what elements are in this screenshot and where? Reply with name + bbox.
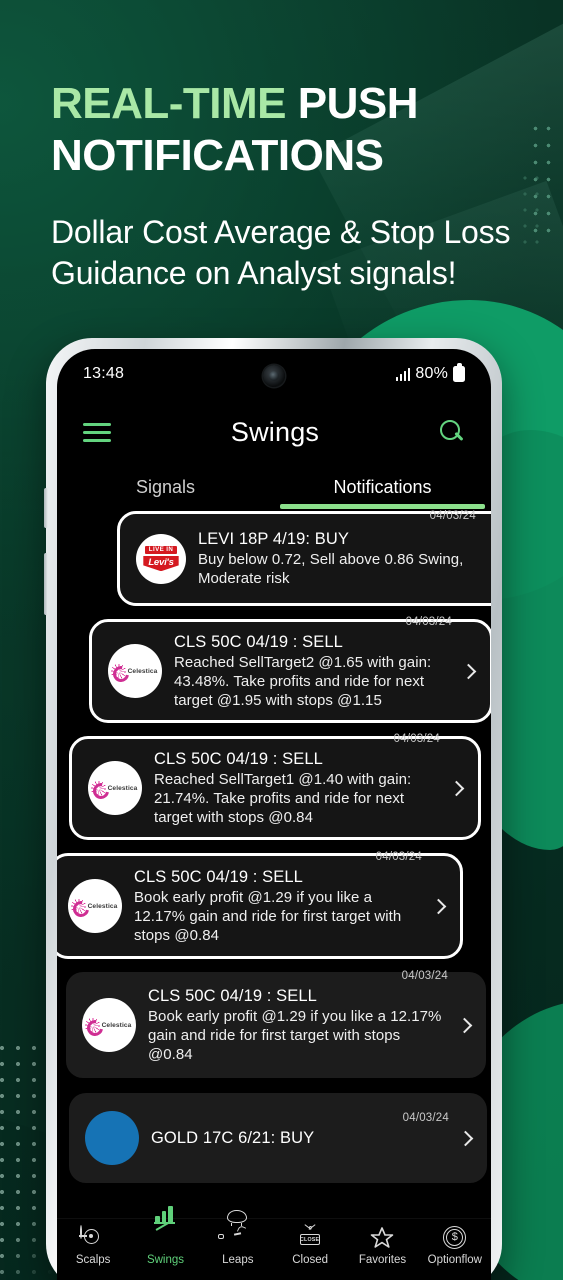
hamburger-menu-icon[interactable]: [83, 422, 111, 442]
piggy-bank-icon: [218, 1209, 251, 1250]
bar-chart-icon: [152, 1206, 178, 1250]
celestica-name-label: Celestica: [101, 1021, 132, 1029]
chevron-right-icon[interactable]: [457, 1130, 473, 1146]
nav-item-favorites[interactable]: Favorites: [346, 1226, 418, 1266]
notification-text: Buy below 0.72, Sell above 0.86 Swing, M…: [198, 551, 464, 587]
levis-batwing-label: Levi's: [143, 555, 179, 572]
notification-title: CLS 50C 04/19 : SELL: [174, 633, 343, 651]
search-icon[interactable]: [439, 419, 465, 445]
celestica-name-label: Celestica: [87, 902, 118, 910]
nav-item-swings[interactable]: Swings: [129, 1206, 201, 1266]
notification-card[interactable]: LIVE IN Levi's 04/03/24 LEVI 18P 4/19: B…: [117, 510, 491, 606]
notification-title: CLS 50C 04/19 : SELL: [154, 750, 323, 768]
celestica-logo: Celestica: [68, 879, 122, 933]
app-header: Swings: [57, 399, 491, 465]
celestica-burst-icon: [90, 780, 106, 796]
celestica-burst-icon: [70, 898, 86, 914]
nav-item-optionflow[interactable]: $ Optionflow: [419, 1226, 491, 1266]
notification-date: 04/03/24: [405, 616, 452, 628]
phone-mockup: 13:48 80% Swings Signals Notifications L…: [44, 338, 502, 1280]
phone-screen: 13:48 80% Swings Signals Notifications L…: [57, 349, 491, 1280]
celestica-logo: Celestica: [88, 761, 142, 815]
notification-body: 04/03/24 CLS 50C 04/19 : SELL Book early…: [134, 851, 424, 945]
notification-date: 04/03/24: [393, 733, 440, 745]
tab-notifications[interactable]: Notifications: [274, 465, 491, 509]
chevron-right-icon[interactable]: [456, 1017, 472, 1033]
nav-item-closed[interactable]: CLOSE Closed: [274, 1224, 346, 1266]
celestica-name-label: Celestica: [107, 784, 138, 792]
notification-date: 04/03/24: [429, 510, 476, 522]
notification-text: Book early profit @1.29 if you like a 12…: [148, 1008, 442, 1063]
notification-card[interactable]: Celestica 04/03/24 CLS 50C 04/19 : SELL …: [57, 851, 463, 959]
nav-label: Leaps: [222, 1254, 254, 1266]
nav-item-scalps[interactable]: Scalps: [57, 1225, 129, 1266]
notification-body: 04/03/24 CLS 50C 04/19 : SELL Reached Se…: [174, 616, 454, 710]
celestica-name-label: Celestica: [127, 667, 158, 675]
front-camera-icon: [263, 365, 285, 387]
chevron-right-icon[interactable]: [430, 898, 446, 914]
notification-title: CLS 50C 04/19 : SELL: [134, 868, 303, 886]
bottom-navigation: Scalps Swings Leaps CLOSE Closed Favorit…: [57, 1206, 491, 1280]
battery-icon: [453, 363, 465, 382]
celestica-burst-icon: [84, 1017, 100, 1033]
notification-title: GOLD 17C 6/21: BUY: [151, 1128, 315, 1147]
notification-card[interactable]: Celestica 04/03/24 CLS 50C 04/19 : SELL …: [69, 733, 481, 840]
notification-card[interactable]: Celestica 04/03/24 CLS 50C 04/19 : SELL …: [66, 970, 486, 1078]
nav-item-leaps[interactable]: Leaps: [202, 1209, 274, 1266]
celestica-burst-icon: [110, 663, 126, 679]
signal-bars-icon: [395, 367, 411, 381]
page-title: Swings: [230, 416, 320, 447]
chevron-right-icon[interactable]: [460, 663, 476, 679]
nav-label: Scalps: [75, 1254, 111, 1266]
levis-live-in-label: LIVE IN: [144, 545, 178, 555]
nav-label: Swings: [146, 1254, 185, 1266]
celestica-logo: Celestica: [108, 644, 162, 698]
notification-text: Book early profit @1.29 if you like a 12…: [134, 889, 402, 944]
star-icon: [369, 1226, 395, 1250]
notification-card[interactable]: 04/03/24 GOLD 17C 6/21: BUY: [69, 1093, 487, 1183]
gold-logo: [85, 1111, 139, 1165]
chevron-right-icon[interactable]: [484, 551, 491, 567]
promo-banner: REAL-TIME PUSH NOTIFICATIONS Dollar Cost…: [0, 0, 563, 1280]
notification-body: 04/03/24 CLS 50C 04/19 : SELL Reached Se…: [154, 733, 442, 827]
notification-body: 04/03/24 CLS 50C 04/19 : SELL Book early…: [148, 970, 450, 1064]
status-bar-right: 80%: [395, 363, 465, 383]
notification-text: Reached SellTarget1 @1.40 with gain: 21.…: [154, 771, 412, 826]
notification-list: LIVE IN Levi's 04/03/24 LEVI 18P 4/19: B…: [57, 509, 491, 1203]
notification-date: 04/03/24: [402, 1111, 449, 1124]
notification-card[interactable]: Celestica 04/03/24 CLS 50C 04/19 : SELL …: [89, 616, 491, 723]
status-bar: 13:48 80%: [57, 349, 491, 399]
levis-logo: LIVE IN Levi's: [136, 533, 186, 584]
notification-body: 04/03/24 LEVI 18P 4/19: BUY Buy below 0.…: [198, 510, 478, 588]
notification-date: 04/03/24: [375, 851, 422, 863]
close-sign-icon: CLOSE: [297, 1224, 323, 1250]
notification-title: CLS 50C 04/19 : SELL: [148, 987, 317, 1005]
nav-label: Favorites: [358, 1254, 407, 1266]
radar-icon: [79, 1225, 106, 1250]
nav-label: Closed: [292, 1254, 329, 1266]
status-bar-time: 13:48: [83, 365, 125, 382]
promo-subheadline: Dollar Cost Average & Stop Loss Guidance…: [51, 214, 511, 291]
battery-percent-label: 80%: [415, 365, 448, 382]
notification-body: 04/03/24 GOLD 17C 6/21: BUY: [151, 1112, 451, 1149]
promo-headline-accent: REAL-TIME: [51, 79, 287, 128]
notification-title: LEVI 18P 4/19: BUY: [198, 530, 350, 548]
notification-text: Reached SellTarget2 @1.65 with gain: 43.…: [174, 654, 432, 709]
celestica-logo: Celestica: [82, 998, 136, 1052]
tab-signals[interactable]: Signals: [57, 465, 274, 509]
dollar-coin-icon: $: [442, 1226, 468, 1250]
chevron-right-icon[interactable]: [448, 780, 464, 796]
promo-headline: REAL-TIME PUSH NOTIFICATIONS: [51, 78, 521, 182]
tab-bar: Signals Notifications: [57, 465, 491, 509]
close-sign-label: CLOSE: [299, 1234, 320, 1245]
notification-date: 04/03/24: [401, 970, 448, 982]
nav-label: Optionflow: [427, 1254, 482, 1266]
